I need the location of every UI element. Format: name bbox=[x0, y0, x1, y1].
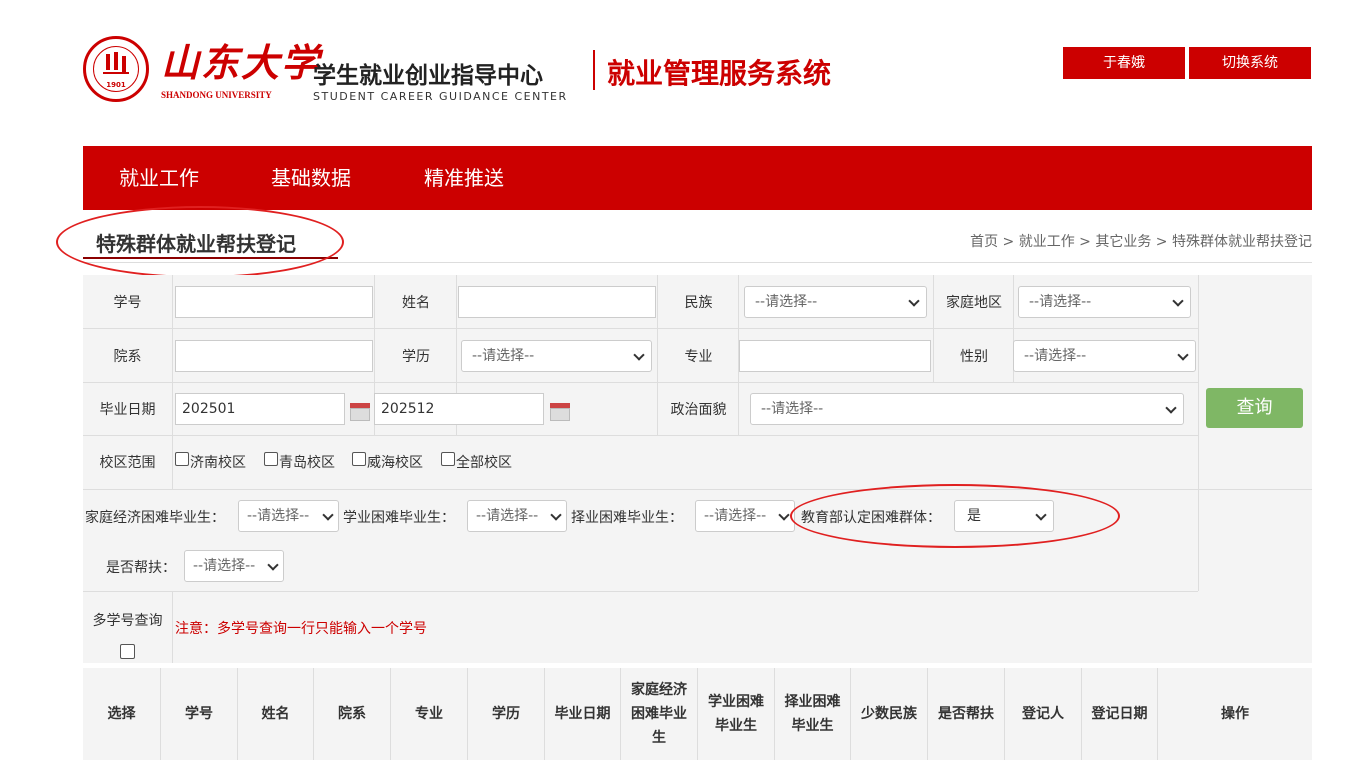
label-job-difficulty: 择业困难毕业生： bbox=[571, 510, 683, 526]
user-button[interactable]: 于春娥 bbox=[1063, 47, 1185, 79]
label-name: 姓名 bbox=[402, 295, 430, 311]
label-graduation-date: 毕业日期 bbox=[99, 402, 156, 418]
campus-weihai-label: 威海校区 bbox=[367, 455, 423, 471]
th-graduation-date: 毕业日期 bbox=[545, 668, 621, 760]
th-assisted: 是否帮扶 bbox=[928, 668, 1005, 760]
label-ethnicity: 民族 bbox=[684, 295, 713, 311]
chevron-down-icon bbox=[267, 559, 279, 571]
chevron-down-icon bbox=[1165, 402, 1177, 414]
label-political-status: 政治面貌 bbox=[670, 402, 727, 418]
chevron-down-icon bbox=[908, 295, 920, 307]
campus-jinan-label: 济南校区 bbox=[190, 455, 246, 471]
th-register-date: 登记日期 bbox=[1082, 668, 1158, 760]
graduation-to-input[interactable]: 202512 bbox=[374, 393, 544, 425]
nav-item-basic-data[interactable]: 基础数据 bbox=[271, 146, 351, 210]
study-difficulty-select[interactable]: --请选择-- bbox=[467, 500, 567, 532]
calendar-icon[interactable] bbox=[350, 403, 370, 421]
main-nav: 就业工作 基础数据 精准推送 bbox=[83, 146, 1312, 210]
th-study-difficulty: 学业困难 毕业生 bbox=[698, 668, 775, 760]
major-input[interactable] bbox=[739, 340, 931, 372]
student-id-input[interactable] bbox=[175, 286, 373, 318]
university-seal-logo: 1901 bbox=[83, 36, 149, 102]
chevron-down-icon bbox=[550, 509, 562, 521]
chevron-down-icon bbox=[633, 349, 645, 361]
education-select[interactable]: --请选择-- bbox=[461, 340, 652, 372]
job-difficulty-select[interactable]: --请选择-- bbox=[695, 500, 795, 532]
center-name-en: STUDENT CAREER GUIDANCE CENTER bbox=[313, 90, 568, 103]
th-registrar: 登记人 bbox=[1005, 668, 1082, 760]
th-major: 专业 bbox=[391, 668, 468, 760]
breadcrumb[interactable]: 首页 > 就业工作 > 其它业务 > 特殊群体就业帮扶登记 bbox=[970, 231, 1312, 251]
label-study-difficulty: 学业困难毕业生： bbox=[343, 510, 455, 526]
campus-qingdao-checkbox[interactable] bbox=[264, 452, 278, 466]
search-form bbox=[83, 275, 1312, 663]
query-button[interactable]: 查询 bbox=[1206, 388, 1303, 428]
campus-all-label: 全部校区 bbox=[456, 455, 512, 471]
chevron-down-icon bbox=[1177, 349, 1189, 361]
university-name-en: SHANDONG UNIVERSITY bbox=[161, 90, 272, 100]
calendar-icon[interactable] bbox=[550, 403, 570, 421]
multi-id-checkbox[interactable] bbox=[120, 644, 135, 659]
th-econ-difficulty: 家庭经济 困难毕业 生 bbox=[621, 668, 698, 760]
th-department: 院系 bbox=[314, 668, 391, 760]
chevron-down-icon bbox=[1172, 295, 1184, 307]
chevron-down-icon bbox=[778, 509, 790, 521]
campus-qingdao-label: 青岛校区 bbox=[279, 455, 335, 471]
annotation-ellipse-title bbox=[56, 206, 344, 278]
switch-system-button[interactable]: 切换系统 bbox=[1189, 47, 1311, 79]
th-ethnic-minority: 少数民族 bbox=[851, 668, 928, 760]
th-name: 姓名 bbox=[238, 668, 314, 760]
label-major: 专业 bbox=[684, 349, 713, 365]
chevron-down-icon bbox=[322, 509, 334, 521]
graduation-from-input[interactable]: 202501 bbox=[175, 393, 345, 425]
home-region-select[interactable]: --请选择-- bbox=[1018, 286, 1191, 318]
seal-year: 1901 bbox=[106, 81, 126, 89]
department-input[interactable] bbox=[175, 340, 373, 372]
political-status-select[interactable]: --请选择-- bbox=[750, 393, 1184, 425]
label-home-region: 家庭地区 bbox=[946, 295, 1002, 311]
nav-item-precise-push[interactable]: 精准推送 bbox=[424, 146, 504, 210]
gender-select[interactable]: --请选择-- bbox=[1013, 340, 1196, 372]
th-student-id: 学号 bbox=[161, 668, 238, 760]
econ-difficulty-select[interactable]: --请选择-- bbox=[238, 500, 339, 532]
label-multi-id: 多学号查询 bbox=[92, 613, 163, 629]
label-assisted: 是否帮扶： bbox=[106, 560, 176, 576]
label-campus-range: 校区范围 bbox=[99, 455, 156, 471]
label-student-id: 学号 bbox=[113, 295, 142, 311]
center-name-cn: 学生就业创业指导中心 bbox=[313, 63, 543, 89]
campus-all-checkbox[interactable] bbox=[441, 452, 455, 466]
name-input[interactable] bbox=[458, 286, 656, 318]
th-job-difficulty: 择业困难 毕业生 bbox=[775, 668, 851, 760]
multi-id-notice: 注意：多学号查询一行只能输入一个学号 bbox=[175, 621, 427, 637]
campus-weihai-checkbox[interactable] bbox=[352, 452, 366, 466]
header-divider bbox=[593, 50, 595, 90]
system-title: 就业管理服务系统 bbox=[607, 57, 832, 90]
ethnicity-select[interactable]: --请选择-- bbox=[744, 286, 927, 318]
label-econ-difficulty: 家庭经济困难毕业生： bbox=[85, 510, 225, 526]
results-table-header: 选择 学号 姓名 院系 专业 学历 毕业日期 家庭经济 困难毕业 生 学业困难 … bbox=[83, 668, 1312, 760]
university-name-cn: 山东大学 bbox=[161, 40, 322, 85]
label-education: 学历 bbox=[402, 349, 430, 365]
th-actions: 操作 bbox=[1221, 706, 1249, 722]
campus-jinan-checkbox[interactable] bbox=[175, 452, 189, 466]
label-department: 院系 bbox=[113, 349, 142, 365]
annotation-ellipse-moe-group bbox=[790, 484, 1120, 548]
th-education: 学历 bbox=[468, 668, 545, 760]
th-select: 选择 bbox=[83, 668, 161, 760]
label-gender: 性别 bbox=[960, 349, 988, 365]
assisted-select[interactable]: --请选择-- bbox=[184, 550, 284, 582]
nav-item-employment-work[interactable]: 就业工作 bbox=[119, 146, 199, 210]
